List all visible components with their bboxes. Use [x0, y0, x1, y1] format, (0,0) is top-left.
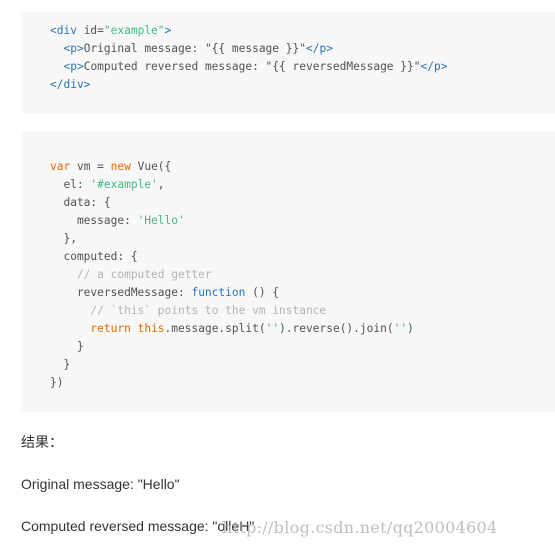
- code-token-kw: this: [137, 322, 165, 335]
- code-line: <div id="example">: [50, 24, 171, 37]
- code-token-txt: () {: [245, 286, 280, 299]
- code-token-tag: <p>: [63, 60, 84, 73]
- code-token-str: '': [265, 322, 280, 335]
- computed-message-output: Computed reversed message: "olleH": [21, 518, 255, 534]
- code-token-txt: ,: [157, 178, 165, 191]
- code-line: }: [50, 358, 70, 371]
- code-line: // `this` points to the vm instance: [50, 304, 326, 317]
- original-message-output: Original message: "Hello": [21, 476, 180, 492]
- code-line: el: '#example',: [50, 178, 165, 191]
- code-line: <p>Computed reversed message: "{{ revers…: [50, 60, 447, 73]
- code-line: }: [50, 340, 84, 353]
- code-line: var vm = new Vue({: [50, 160, 171, 173]
- code-token-tag: </p>: [420, 60, 448, 73]
- result-label: 结果：: [21, 434, 63, 450]
- code-token-tag: >: [164, 24, 172, 37]
- code-token-txt: }): [50, 376, 64, 389]
- code-token-txt: message:: [50, 214, 138, 227]
- code-token-txt: }: [50, 340, 84, 353]
- html-code-block: <div id="example"> <p>Original message: …: [21, 12, 555, 113]
- code-token-txt: vm =: [70, 160, 111, 173]
- code-token-txt: computed: {: [50, 250, 138, 263]
- code-token-kw: var: [50, 160, 71, 173]
- code-token-txt: Original message: "{{ message }}": [83, 42, 306, 55]
- code-token-com: // a computed getter: [50, 268, 212, 281]
- code-token-txt: ): [407, 322, 414, 335]
- code-token-tag: <p>: [63, 42, 84, 55]
- code-token-txt: ).reverse().join(: [279, 322, 394, 335]
- code-token-txt: el:: [50, 178, 91, 191]
- code-token-txt: },: [50, 232, 77, 245]
- code-token-str: '#example': [90, 178, 158, 191]
- code-token-fn: function: [191, 286, 246, 299]
- js-code-block: var vm = new Vue({ el: '#example', data:…: [21, 131, 555, 412]
- code-token-txt: Computed reversed message: "{{ reversedM…: [83, 60, 421, 73]
- code-token-str: "example": [103, 24, 165, 37]
- code-token-com: // `this` points to the vm instance: [50, 304, 327, 317]
- code-line: data: {: [50, 196, 111, 209]
- code-line: // a computed getter: [50, 268, 212, 281]
- watermark: http://blog.csdn.net/qq20004604: [222, 518, 498, 537]
- code-token-txt: data: {: [50, 196, 111, 209]
- code-token-str: 'Hello': [137, 214, 185, 227]
- code-line: <p>Original message: "{{ message }}"</p>: [50, 42, 333, 55]
- code-line: reversedMessage: function () {: [50, 286, 279, 299]
- code-line: }): [50, 376, 63, 389]
- js-code: var vm = new Vue({ el: '#example', data:…: [50, 158, 414, 392]
- code-token-txt: .message.split(: [164, 322, 266, 335]
- code-token-tag: </p>: [305, 42, 333, 55]
- html-code: <div id="example"> <p>Original message: …: [50, 22, 447, 94]
- code-token-str: '': [393, 322, 408, 335]
- code-line: message: 'Hello': [50, 214, 185, 227]
- code-token-txt: }: [50, 358, 71, 371]
- code-token-txt: reversedMessage:: [50, 286, 192, 299]
- code-token-kw: return: [90, 322, 131, 335]
- code-token-kw: new: [110, 160, 131, 173]
- code-line: return this.message.split('').reverse().…: [50, 322, 414, 335]
- code-token-txt: id=: [83, 24, 104, 37]
- code-line: computed: {: [50, 250, 138, 263]
- code-token-tag: <div: [50, 24, 84, 37]
- code-token-tag: </div>: [50, 78, 91, 91]
- code-line: },: [50, 232, 77, 245]
- code-line: </div>: [50, 78, 90, 91]
- code-token-txt: Vue({: [130, 160, 172, 173]
